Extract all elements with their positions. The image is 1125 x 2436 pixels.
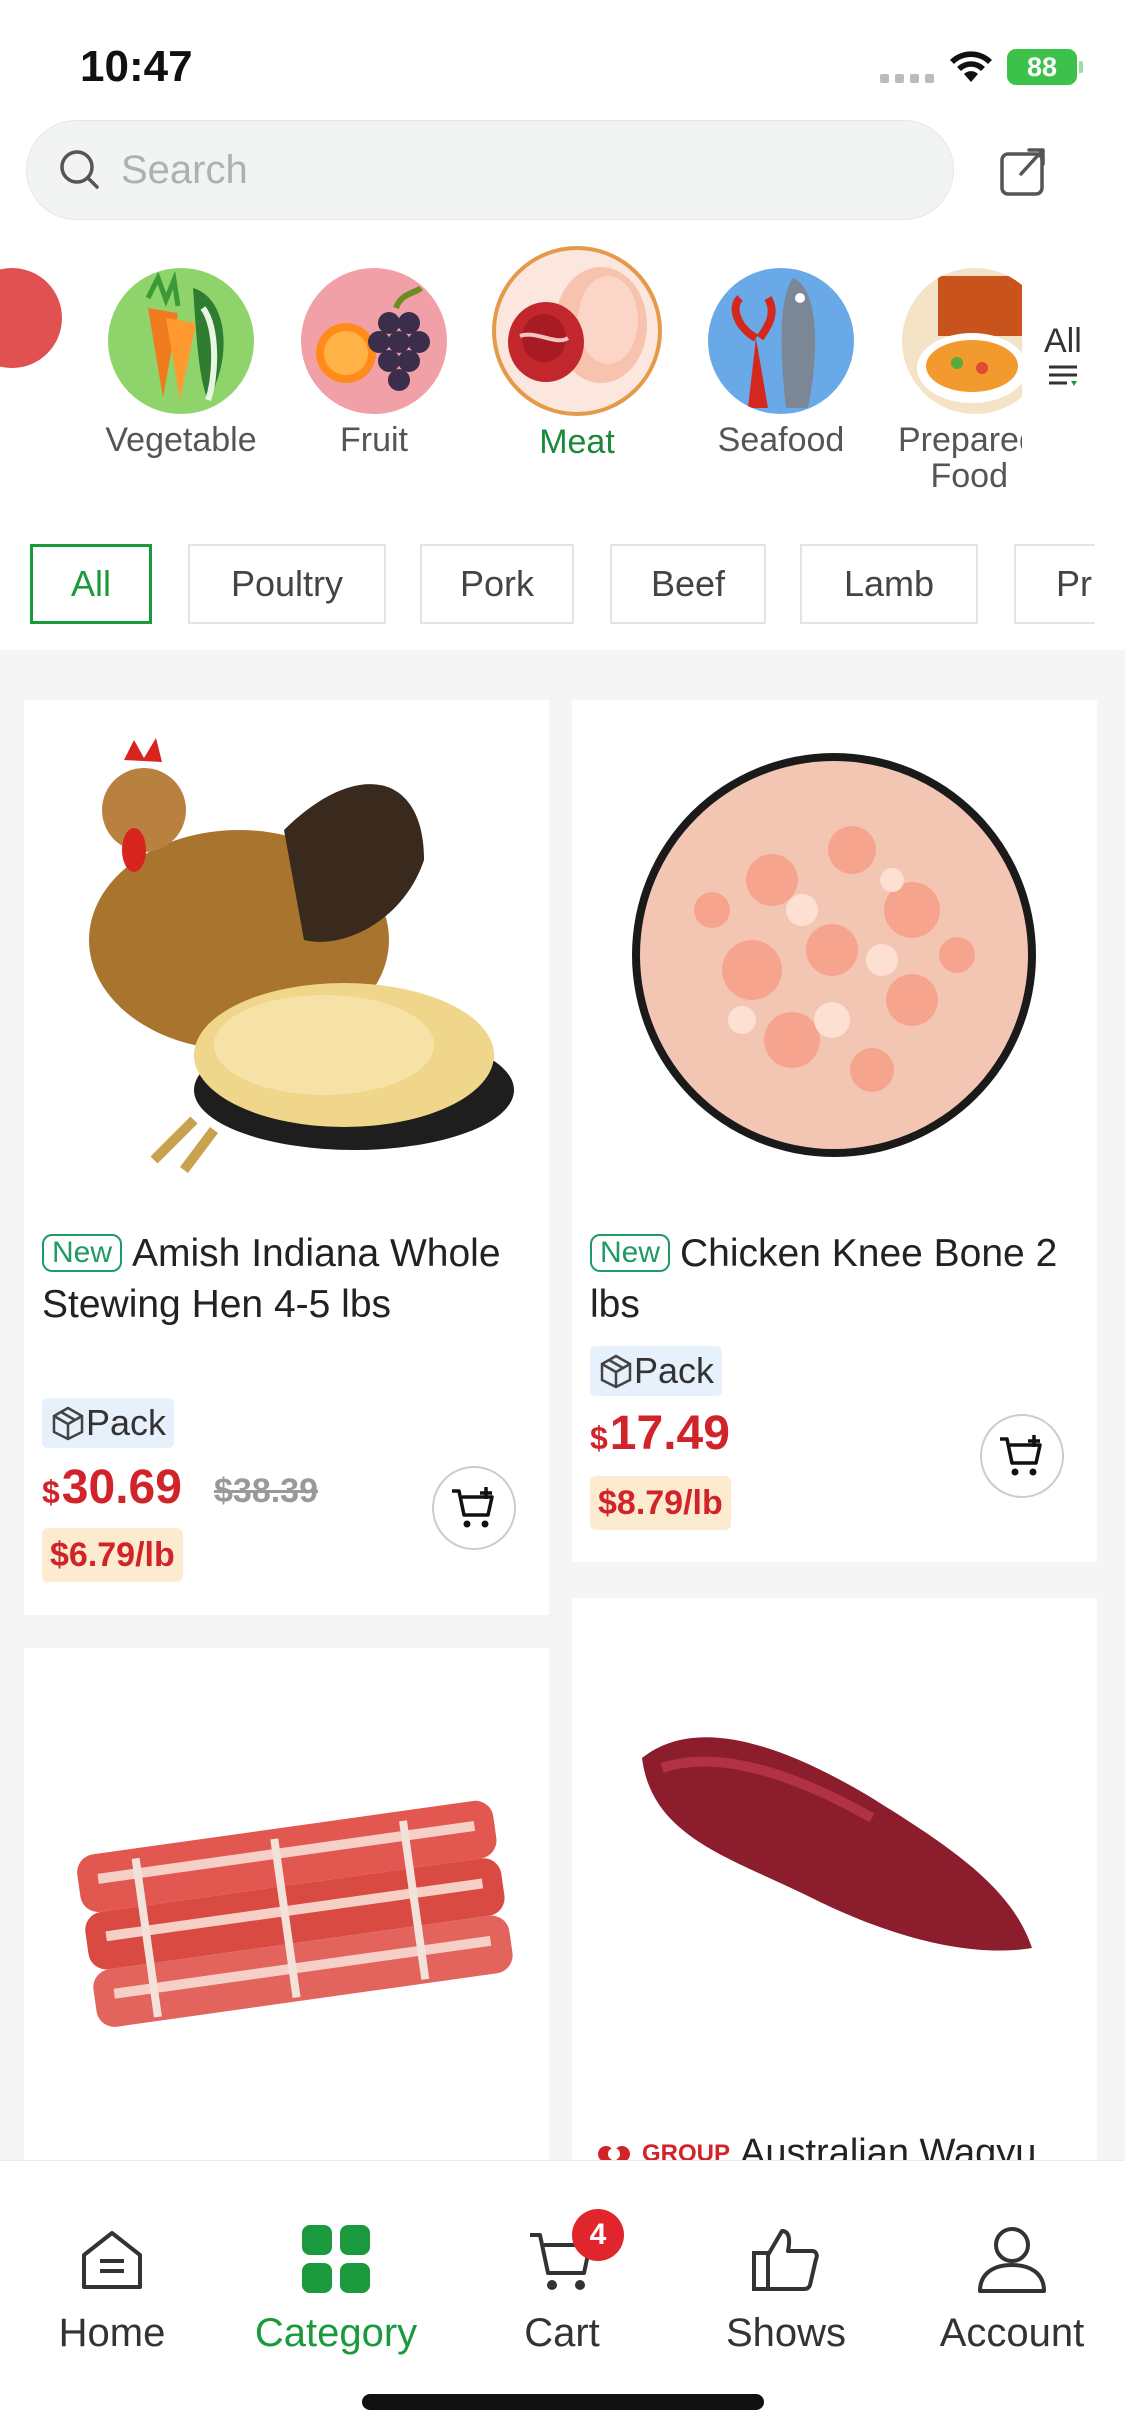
cart-count-badge: 4 [572, 2209, 624, 2261]
battery-indicator: 88 [1007, 49, 1083, 85]
share-button[interactable] [996, 143, 1052, 199]
battery-level: 88 [1026, 52, 1058, 82]
pack-label: Pack [634, 1350, 715, 1391]
chip-lamb[interactable]: Lamb [800, 544, 978, 624]
header: Search Vegetable Fruit Meat Seafood Prep… [0, 110, 1125, 650]
product-image [24, 700, 549, 1220]
product-image [24, 1648, 549, 2160]
list-filter-icon [1048, 365, 1077, 386]
meat-image [492, 246, 662, 416]
thumbs-up-icon [752, 2229, 819, 2291]
unit-price: $8.79/lb [590, 1476, 731, 1530]
add-to-cart-button[interactable] [432, 1466, 516, 1550]
pack-icon [600, 1354, 632, 1389]
chip-partial[interactable]: Pr [1014, 544, 1095, 624]
category-partial-image [0, 268, 62, 368]
pack-icon [52, 1406, 84, 1441]
chip-all[interactable]: All [30, 544, 152, 624]
search-placeholder: Search [121, 147, 248, 192]
nav-label: Category [254, 2311, 418, 2355]
category-item-vegetable[interactable]: Vegetable [98, 268, 264, 458]
category-grid-icon [302, 2225, 370, 2293]
product-image [572, 700, 1097, 1220]
seafood-image [708, 268, 854, 414]
nav-label: Cart [524, 2311, 600, 2355]
category-label: Seafood [717, 421, 845, 459]
account-icon [978, 2227, 1046, 2293]
category-item-fruit[interactable]: Fruit [292, 268, 456, 458]
status-bar: 10:47 88 [0, 0, 1125, 110]
cellular-signal-icon [880, 74, 934, 83]
product-price: $30.69 [42, 1460, 182, 1515]
currency-symbol: $ [590, 1420, 608, 1456]
chip-poultry[interactable]: Poultry [188, 544, 386, 624]
nav-item-category[interactable]: Category [236, 2219, 436, 2356]
category-label: Prepared Food [898, 421, 1022, 494]
category-strip[interactable]: Vegetable Fruit Meat Seafood Prepare Foo… [0, 240, 1125, 494]
product-card[interactable] [572, 1598, 1097, 2160]
nav-item-shows[interactable]: Shows [686, 2219, 886, 2356]
new-badge: New [590, 1234, 671, 1272]
chip-beef[interactable]: Beef [610, 544, 766, 624]
share-icon [1000, 148, 1045, 196]
product-title: New Chicken Knee Bone 2 lbs [590, 1228, 1083, 1330]
search-icon [60, 150, 99, 189]
nav-item-cart[interactable]: 4 Cart [462, 2209, 662, 2356]
category-label: Fruit [340, 421, 408, 459]
home-icon [82, 2231, 142, 2289]
original-price: $38.39 [214, 1472, 318, 1510]
price-value: 17.49 [609, 1407, 730, 1460]
subcategory-chips[interactable]: All Poultry Pork Beef Lamb Pr [30, 544, 1095, 628]
price-value: 30.69 [61, 1461, 182, 1514]
add-to-cart-icon [1000, 1435, 1042, 1476]
status-time: 10:47 [80, 42, 193, 91]
category-all-label: All [1044, 322, 1082, 360]
chip-pork[interactable]: Pork [420, 544, 574, 624]
nav-item-account[interactable]: Account [912, 2219, 1112, 2356]
product-card[interactable]: New Amish Indiana Whole Stewing Hen 4-5 l… [24, 700, 549, 1615]
category-label: Vegetable [105, 421, 257, 459]
add-to-cart-button[interactable] [980, 1414, 1064, 1498]
category-item-seafood[interactable]: Seafood [696, 268, 866, 458]
product-card[interactable]: New Chicken Knee Bone 2 lbs Pack $17.49 $… [572, 700, 1097, 1562]
currency-symbol: $ [42, 1474, 60, 1510]
pack-tag: Pack [42, 1398, 175, 1448]
product-card[interactable] [24, 1648, 549, 2160]
product-price: $17.49 [590, 1406, 730, 1461]
new-badge: New [42, 1234, 123, 1272]
vegetable-image [108, 268, 254, 414]
nav-label: Home [58, 2311, 166, 2355]
prepared-food-image [902, 268, 1022, 414]
category-all-button[interactable]: All [1044, 322, 1082, 396]
category-item-partial[interactable] [0, 268, 62, 368]
add-to-cart-icon [452, 1487, 494, 1528]
category-label: Meat [539, 423, 615, 461]
nav-label: Account [939, 2311, 1085, 2355]
home-indicator [362, 2394, 764, 2410]
search-bar[interactable]: Search [26, 120, 954, 220]
nav-item-home[interactable]: Home [12, 2219, 212, 2356]
category-item-meat[interactable]: Meat [492, 246, 662, 460]
product-image [572, 1638, 1097, 2158]
pack-tag: Pack [590, 1346, 723, 1396]
nav-label: Shows [725, 2311, 847, 2355]
category-item-prepared-food[interactable]: Prepared Food [898, 268, 1022, 494]
fruit-image [301, 268, 447, 414]
wifi-icon [950, 51, 992, 82]
product-title: New Amish Indiana Whole Stewing Hen 4-5 l… [42, 1228, 535, 1330]
unit-price: $6.79/lb [42, 1528, 183, 1582]
pack-label: Pack [86, 1402, 167, 1443]
